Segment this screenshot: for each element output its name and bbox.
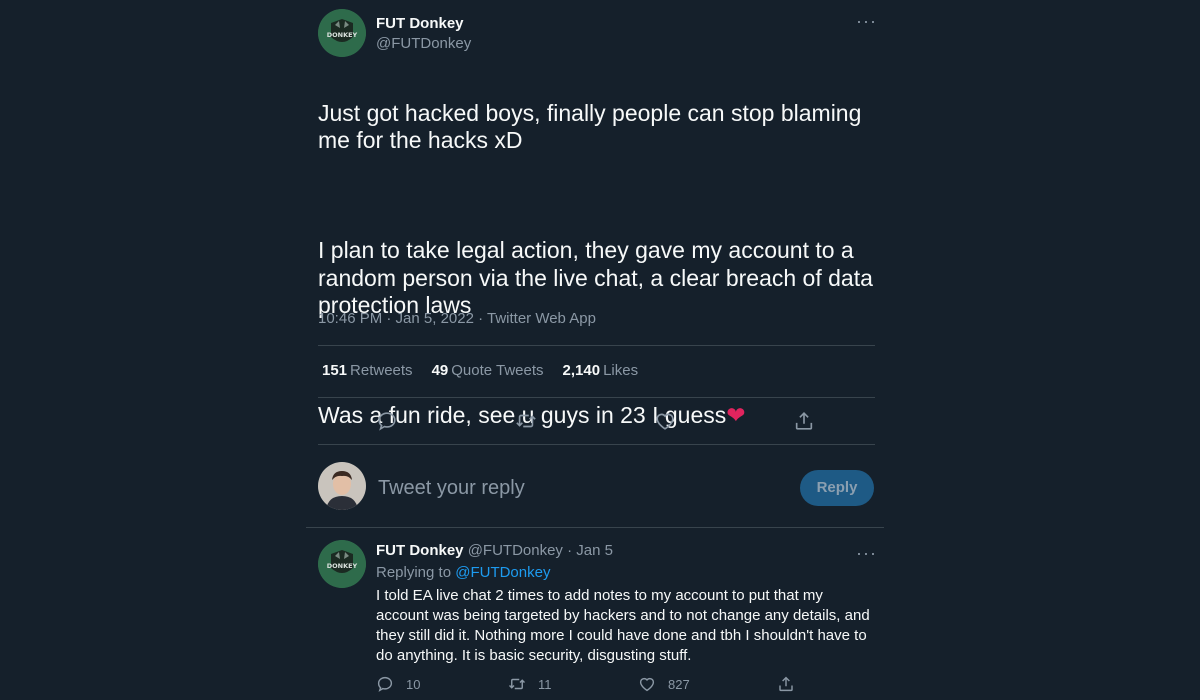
reply-author-avatar[interactable]: DONKEY: [318, 540, 366, 588]
reply-text: I told EA live chat 2 times to add notes…: [376, 587, 870, 664]
likes-label: Likes: [603, 362, 639, 379]
reply-author-handle[interactable]: @FUTDonkey: [468, 542, 563, 559]
author-avatar[interactable]: DONKEY: [318, 9, 366, 57]
reply-share-action[interactable]: [777, 675, 795, 693]
like-icon[interactable]: [654, 410, 676, 432]
divider: [318, 345, 875, 346]
more-icon[interactable]: ···: [856, 544, 877, 562]
tweet-column: DONKEY FUT Donkey @FUTDonkey ··· Just go…: [306, 0, 884, 700]
author-handle[interactable]: @FUTDonkey: [376, 35, 471, 52]
avatar-logo-text: DONKEY: [327, 562, 358, 570]
likes-count: 2,140: [562, 362, 601, 379]
reply-action-bar: 10 11 827: [376, 675, 816, 697]
retweet-count: 11: [538, 676, 552, 692]
author-name[interactable]: FUT Donkey: [376, 15, 464, 32]
like-icon: [639, 677, 655, 692]
reply-input[interactable]: Tweet your reply: [378, 477, 525, 500]
quote-tweets-label: Quote Tweets: [451, 362, 544, 379]
replying-to-link[interactable]: @FUTDonkey: [455, 564, 550, 581]
reply-icon[interactable]: [376, 410, 398, 432]
retweets-count: 151: [322, 362, 348, 379]
retweets-label: Retweets: [350, 362, 413, 379]
like-count: 827: [668, 676, 690, 692]
user-avatar[interactable]: [318, 462, 366, 510]
divider: [318, 444, 875, 445]
reply-reply-action[interactable]: 10: [376, 675, 420, 693]
page: DONKEY FUT Donkey @FUTDonkey ··· Just go…: [0, 0, 1200, 700]
reply-retweet-action[interactable]: 11: [508, 675, 552, 693]
reply-like-action[interactable]: 827: [638, 675, 690, 693]
avatar-logo-text: DONKEY: [327, 31, 358, 39]
quote-tweets-stat[interactable]: 49 Quote Tweets: [432, 362, 544, 379]
tweet-action-bar: [318, 405, 874, 437]
reply-count: 10: [406, 676, 421, 692]
reply-button[interactable]: Reply: [800, 470, 874, 506]
reply-composer: Tweet your reply Reply: [318, 462, 874, 512]
more-icon[interactable]: ···: [856, 12, 877, 30]
reply-header: FUT Donkey @FUTDonkey · Jan 5: [376, 542, 613, 559]
retweet-icon: [508, 678, 526, 690]
share-icon[interactable]: [793, 410, 815, 432]
retweets-stat[interactable]: 151 Retweets: [322, 362, 413, 379]
reply-author-name[interactable]: FUT Donkey: [376, 542, 464, 559]
reply-date[interactable]: · Jan 5: [567, 542, 613, 559]
divider: [318, 397, 875, 398]
replying-to: Replying to @FUTDonkey: [376, 564, 550, 581]
tweet-timestamp[interactable]: 10:46 PM · Jan 5, 2022 · Twitter Web App: [318, 310, 596, 327]
tweet-paragraph-1: Just got hacked boys, finally people can…: [318, 99, 862, 154]
tweet-stats: 151 Retweets 49 Quote Tweets 2,140 Likes: [322, 362, 638, 379]
tweet-paragraph-2: I plan to take legal action, they gave m…: [318, 237, 873, 318]
retweet-icon[interactable]: [515, 410, 537, 432]
reply-tweet[interactable]: DONKEY FUT Donkey @FUTDonkey · Jan 5 ···…: [306, 528, 884, 700]
share-icon: [779, 676, 793, 692]
replying-prefix: Replying to: [376, 564, 452, 581]
quote-tweets-count: 49: [431, 362, 449, 379]
likes-stat[interactable]: 2,140 Likes: [563, 362, 639, 379]
reply-icon: [377, 676, 393, 692]
